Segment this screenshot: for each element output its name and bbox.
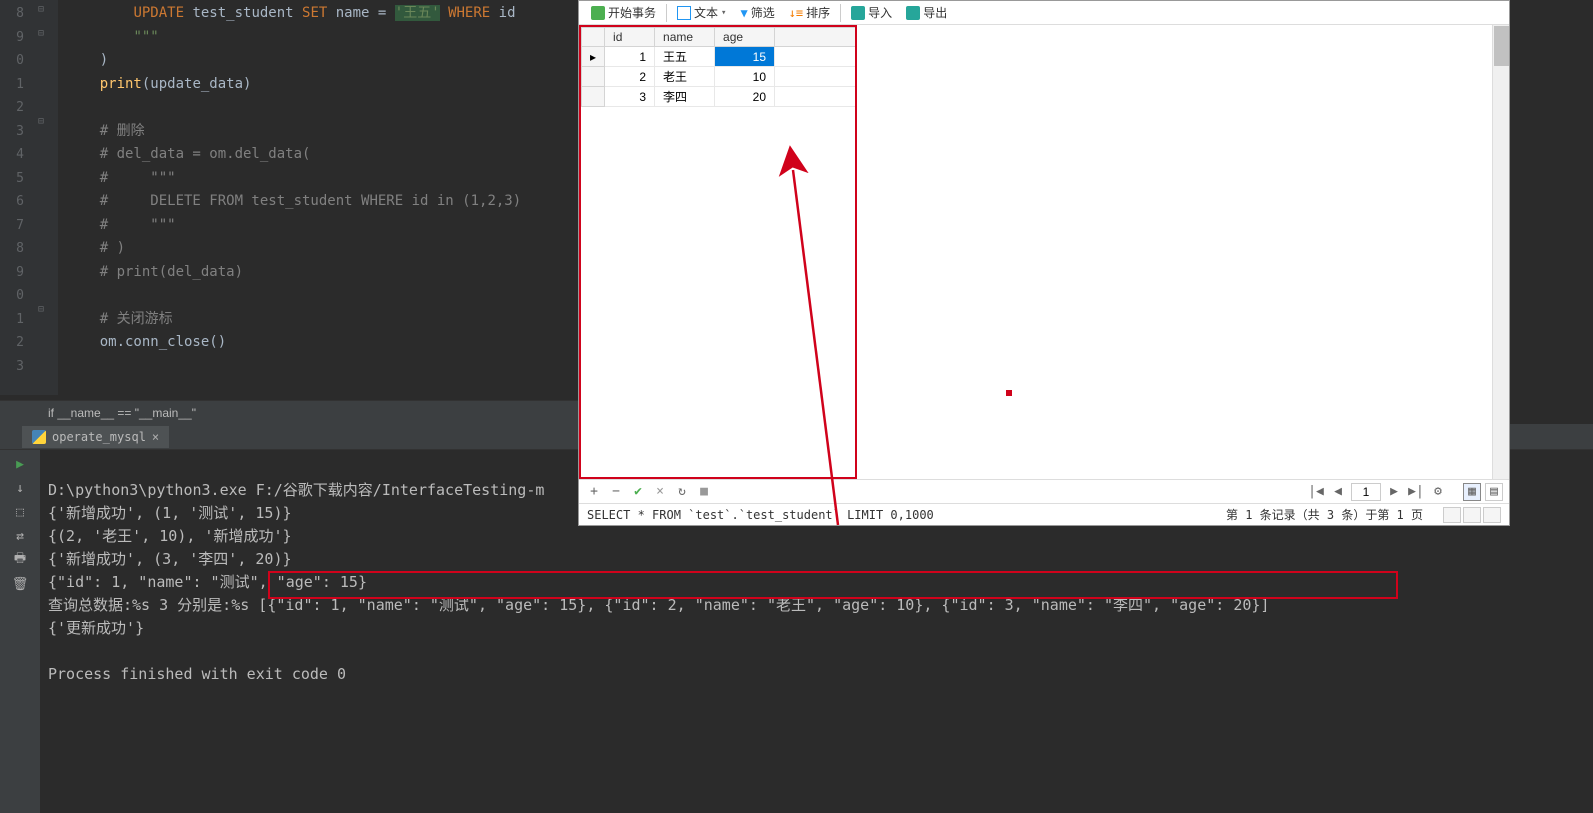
cell-id[interactable]: 2 [605, 67, 655, 87]
code-content[interactable]: UPDATE test_student SET name = '王五' WHER… [58, 0, 578, 395]
stop-icon[interactable]: ↓ [12, 480, 28, 496]
cell-age[interactable]: 20 [715, 87, 775, 107]
fold-icon[interactable]: ⊟ [38, 116, 44, 127]
fold-icon[interactable]: ⊟ [38, 304, 44, 315]
scrollbar-thumb[interactable] [1494, 26, 1509, 66]
sort-button[interactable]: ↓≡排序 [783, 2, 836, 24]
console-line: Process finished with exit code 0 [48, 665, 346, 683]
page-input[interactable] [1351, 483, 1381, 501]
python-icon [32, 430, 46, 444]
cancel-button[interactable]: × [651, 483, 669, 501]
print-icon[interactable]: 🖶 [12, 552, 28, 568]
text-button[interactable]: 文本▾ [671, 2, 732, 24]
table-row[interactable]: ▸1王五15 [582, 47, 855, 67]
import-button[interactable]: 导入 [845, 2, 898, 24]
rerun-icon[interactable]: ▶ [12, 456, 28, 472]
result-table[interactable]: id name age ▸1王五152老王103李四20 [581, 27, 855, 107]
cell-age[interactable]: 15 [715, 47, 775, 67]
stop-button[interactable]: ■ [695, 483, 713, 501]
text-icon [677, 6, 691, 20]
row-pointer [582, 87, 605, 107]
form-view-button[interactable]: ▤ [1485, 483, 1503, 501]
export-button[interactable]: 导出 [900, 2, 953, 24]
row-pointer: ▸ [582, 47, 605, 67]
console-gutter: ▶ ↓ ⬚ ⇄ 🖶 🗑 [0, 450, 40, 813]
status-icon[interactable] [1443, 507, 1461, 523]
first-page-button[interactable]: |◀ [1307, 483, 1325, 501]
begin-transaction-button[interactable]: 开始事务 [585, 2, 662, 24]
next-page-button[interactable]: ▶ [1385, 483, 1403, 501]
tx-icon [591, 6, 605, 20]
col-header-id[interactable]: id [605, 28, 655, 47]
fold-icon[interactable]: ⊟ [38, 28, 44, 39]
console-tab-label: operate_mysql [52, 430, 146, 444]
code-editor: 8901234567890123 ⊟ ⊟ ⊟ ⊟ UPDATE test_stu… [0, 0, 578, 395]
delete-row-button[interactable]: − [607, 483, 625, 501]
dropdown-icon: ▾ [721, 8, 726, 18]
vertical-scrollbar[interactable] [1492, 25, 1509, 479]
col-header-blank [775, 28, 855, 47]
cell-age[interactable]: 10 [715, 67, 775, 87]
table-row[interactable]: 3李四20 [582, 87, 855, 107]
last-page-button[interactable]: ▶| [1407, 483, 1425, 501]
status-sql: SELECT * FROM `test`.`test_student` LIMI… [587, 508, 934, 522]
grid-view-button[interactable]: ▦ [1463, 483, 1481, 501]
cell-id[interactable]: 3 [605, 87, 655, 107]
trash-icon[interactable]: 🗑 [12, 576, 28, 592]
cell-name[interactable]: 老王 [655, 67, 715, 87]
console-line: {'新增成功', (1, '测试', 15)} [48, 504, 292, 522]
result-table-highlight: id name age ▸1王五152老王103李四20 [579, 25, 857, 479]
apply-button[interactable]: ✔ [629, 483, 647, 501]
console-line: {'新增成功', (3, '李四', 20)} [48, 550, 292, 568]
row-header-blank [582, 28, 605, 47]
row-pointer [582, 67, 605, 87]
db-toolbar: 开始事务 文本▾ ▼筛选 ↓≡排序 导入 导出 [579, 1, 1509, 25]
database-panel: 开始事务 文本▾ ▼筛选 ↓≡排序 导入 导出 id name age ▸1王五… [578, 0, 1510, 526]
cell-name[interactable]: 王五 [655, 47, 715, 67]
prev-page-button[interactable]: ◀ [1329, 483, 1347, 501]
layout-icon[interactable]: ⬚ [12, 504, 28, 520]
cell-id[interactable]: 1 [605, 47, 655, 67]
console-line: {'更新成功'} [48, 619, 144, 637]
fold-icon[interactable]: ⊟ [38, 4, 44, 15]
export-icon [906, 6, 920, 20]
filter-icon: ▼ [740, 6, 747, 20]
soft-wrap-icon[interactable]: ⇄ [12, 528, 28, 544]
db-status-bar: SELECT * FROM `test`.`test_student` LIMI… [579, 503, 1509, 525]
db-bottom-toolbar: + − ✔ × ↻ ■ |◀ ◀ ▶ ▶| ⚙ ▦ ▤ [579, 479, 1509, 503]
settings-button[interactable]: ⚙ [1429, 483, 1447, 501]
status-icon[interactable] [1483, 507, 1501, 523]
console-line: 查询总数据:%s 3 分别是:%s [48, 596, 249, 614]
console-line: {(2, '老王', 10), '新增成功'} [48, 527, 292, 545]
import-icon [851, 6, 865, 20]
col-header-name[interactable]: name [655, 28, 715, 47]
highlight-box [268, 571, 1398, 599]
add-row-button[interactable]: + [585, 483, 603, 501]
close-icon[interactable]: × [152, 430, 159, 444]
fold-column: ⊟ ⊟ ⊟ ⊟ [30, 0, 58, 395]
refresh-button[interactable]: ↻ [673, 483, 691, 501]
status-icon[interactable] [1463, 507, 1481, 523]
console-line: D:\python3\python3.exe F:/谷歌下载内容/Interfa… [48, 481, 544, 499]
filter-button[interactable]: ▼筛选 [734, 2, 780, 24]
line-number-gutter: 8901234567890123 [0, 0, 30, 395]
table-row[interactable]: 2老王10 [582, 67, 855, 87]
sort-icon: ↓≡ [789, 6, 803, 20]
cell-name[interactable]: 李四 [655, 87, 715, 107]
console-tab[interactable]: operate_mysql × [22, 426, 169, 448]
status-page-info: 第 1 条记录（共 3 条）于第 1 页 [1226, 506, 1423, 523]
col-header-age[interactable]: age [715, 28, 775, 47]
breadcrumb[interactable]: if __name__ == "__main__" [0, 400, 578, 424]
